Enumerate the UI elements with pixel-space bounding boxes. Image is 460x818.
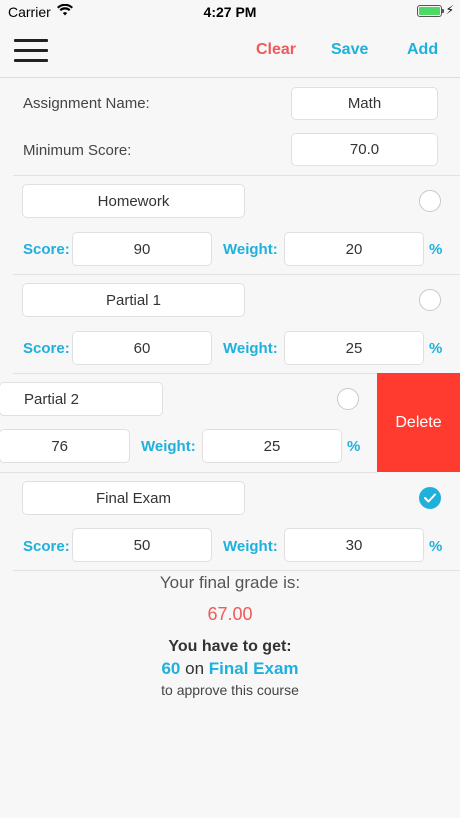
score-input[interactable]: 60 [72, 331, 212, 365]
score-input[interactable]: 50 [72, 528, 212, 562]
weight-input[interactable]: 30 [284, 528, 424, 562]
item-name-input[interactable]: Final Exam [22, 481, 245, 515]
divider [13, 570, 460, 571]
divider [13, 274, 460, 275]
score-label: Score: [23, 538, 70, 555]
assignment-name-input[interactable]: Math [291, 87, 438, 120]
weight-input[interactable]: 25 [284, 331, 424, 365]
assignment-name-label: Assignment Name: [23, 95, 150, 112]
weight-label: Weight: [141, 438, 196, 455]
clear-button[interactable]: Clear [256, 41, 296, 59]
needed-score: 60 [161, 659, 181, 678]
minimum-score-label: Minimum Score: [23, 142, 132, 159]
on-label: on [185, 659, 205, 678]
item-select-radio[interactable] [337, 388, 359, 410]
weight-input[interactable]: 25 [202, 429, 342, 463]
item-selected-radio[interactable] [419, 487, 441, 509]
percent-label: % [429, 241, 443, 258]
score-label: Score: [23, 241, 70, 258]
status-bar: Carrier 4:27 PM ⚡ [0, 0, 460, 24]
divider [0, 472, 377, 473]
status-time: 4:27 PM [203, 4, 257, 20]
navigation-bar: Clear Save Add [0, 26, 460, 78]
item-name-input[interactable]: Homework [22, 184, 245, 218]
item-select-radio[interactable] [419, 289, 441, 311]
battery-icon [417, 5, 444, 17]
menu-icon[interactable] [14, 38, 48, 64]
score-input[interactable]: 90 [72, 232, 212, 266]
score-input[interactable]: 76 [0, 429, 130, 463]
charging-icon: ⚡ [445, 3, 454, 17]
percent-label: % [347, 438, 361, 455]
final-grade-title: Your final grade is: [159, 573, 301, 592]
weight-label: Weight: [223, 241, 278, 258]
weight-label: Weight: [223, 340, 278, 357]
item-name-input[interactable]: Partial 2 [0, 382, 163, 416]
needed-item: Final Exam [208, 659, 299, 678]
final-grade-value: 67.00 [207, 604, 253, 624]
add-button[interactable]: Add [407, 41, 438, 59]
delete-button[interactable]: Delete [377, 373, 460, 472]
minimum-score-input[interactable]: 70.0 [291, 133, 438, 166]
score-label: Score: [23, 340, 70, 357]
item-name-input[interactable]: Partial 1 [22, 283, 245, 317]
weight-label: Weight: [223, 538, 278, 555]
weight-input[interactable]: 20 [284, 232, 424, 266]
approve-text: to approve this course [161, 682, 299, 698]
save-button[interactable]: Save [331, 41, 368, 59]
checkmark-icon [424, 493, 436, 503]
need-line: 60 on Final Exam [0, 659, 460, 679]
divider [13, 175, 460, 176]
percent-label: % [429, 538, 443, 555]
item-select-radio[interactable] [419, 190, 441, 212]
need-title: You have to get: [168, 638, 292, 655]
percent-label: % [429, 340, 443, 357]
